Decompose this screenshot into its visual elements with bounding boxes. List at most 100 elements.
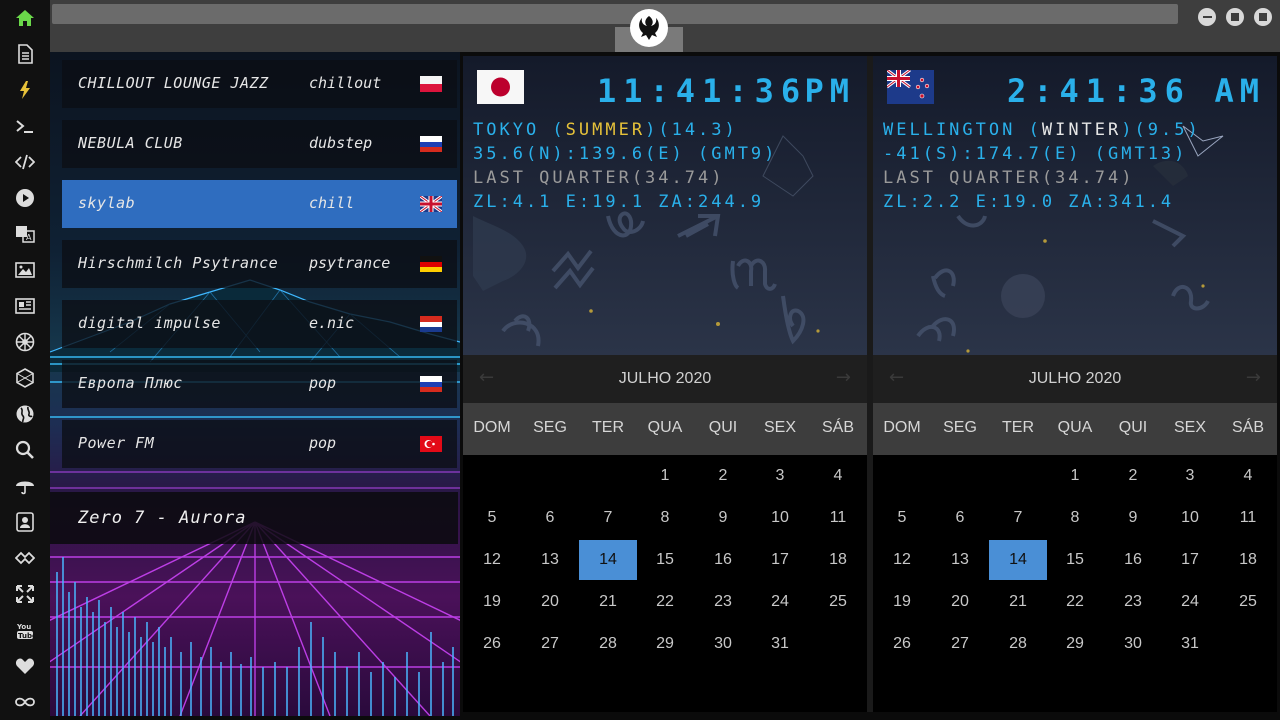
calendar-day[interactable]: 24 — [751, 582, 809, 622]
calendar-day[interactable]: 1 — [636, 456, 694, 496]
minimize-button[interactable] — [1198, 8, 1216, 26]
calendar-day[interactable]: 7 — [579, 498, 637, 538]
calendar-day[interactable]: 30 — [694, 624, 752, 664]
weekday-label: SÁB — [1231, 419, 1264, 436]
station-row[interactable]: NEBULA CLUB dubstep — [62, 120, 457, 168]
station-row[interactable]: CHILLOUT LOUNGE JAZZ chillout — [62, 60, 457, 108]
calendar-day[interactable]: 7 — [989, 498, 1047, 538]
calendar-day[interactable]: 26 — [873, 624, 931, 664]
calendar-day[interactable]: 9 — [694, 498, 752, 538]
calendar-day[interactable]: 1 — [1046, 456, 1104, 496]
image-icon[interactable] — [13, 258, 37, 282]
new-zealand-flag-icon — [887, 70, 934, 104]
calendar-day[interactable]: 30 — [1104, 624, 1162, 664]
calendar-day[interactable]: 28 — [989, 624, 1047, 664]
calendar-day[interactable]: 4 — [1219, 456, 1277, 496]
calendar-day[interactable]: 16 — [1104, 540, 1162, 580]
station-row[interactable]: Европа Плюс pop — [62, 360, 457, 408]
youtube-icon[interactable]: You Tube — [13, 618, 37, 642]
calendar-day[interactable]: 22 — [1046, 582, 1104, 622]
calendar-day[interactable]: 11 — [809, 498, 867, 538]
calendar-day[interactable]: 21 — [989, 582, 1047, 622]
calendar-day[interactable]: 29 — [1046, 624, 1104, 664]
calendar-day[interactable]: 6 — [521, 498, 579, 538]
station-genre: chillout — [309, 74, 382, 92]
translate-icon[interactable]: A — [13, 222, 37, 246]
station-genre: pop — [309, 434, 337, 452]
calendar-day[interactable]: 25 — [1219, 582, 1277, 622]
calendar-day[interactable]: 28 — [579, 624, 637, 664]
clock-location-line: WELLINGTON (WINTER)(9.5) — [883, 120, 1201, 140]
calendar-day[interactable]: 17 — [1161, 540, 1219, 580]
calendar-day[interactable]: 4 — [809, 456, 867, 496]
empire-icon[interactable] — [13, 330, 37, 354]
calendar-day[interactable]: 10 — [751, 498, 809, 538]
calendar-day-today[interactable]: 14 — [579, 540, 637, 580]
hexagon-icon[interactable] — [13, 366, 37, 390]
calendar-day[interactable]: 10 — [1161, 498, 1219, 538]
calendar-day[interactable]: 8 — [1046, 498, 1104, 538]
calendar-day[interactable]: 19 — [873, 582, 931, 622]
calendar-day[interactable]: 9 — [1104, 498, 1162, 538]
calendar-day[interactable]: 31 — [1161, 624, 1219, 664]
calendar-day[interactable]: 29 — [636, 624, 694, 664]
bolt-icon[interactable] — [13, 78, 37, 102]
expand-icon[interactable] — [13, 582, 37, 606]
infinity-icon[interactable] — [13, 690, 37, 714]
calendar-day[interactable]: 22 — [636, 582, 694, 622]
calendar-day[interactable]: 3 — [1161, 456, 1219, 496]
umbrella-icon[interactable] — [13, 474, 37, 498]
heart-icon[interactable] — [13, 654, 37, 678]
calendar-day[interactable]: 5 — [463, 498, 521, 538]
calendar-day[interactable]: 19 — [463, 582, 521, 622]
shake-icon[interactable] — [13, 546, 37, 570]
home-icon[interactable] — [13, 6, 37, 30]
calendar-day[interactable]: 2 — [694, 456, 752, 496]
calendar-day[interactable]: 13 — [521, 540, 579, 580]
file-icon[interactable] — [13, 42, 37, 66]
calendar-day[interactable]: 3 — [751, 456, 809, 496]
newspaper-icon[interactable] — [13, 294, 37, 318]
terminal-icon[interactable] — [13, 114, 37, 138]
play-icon[interactable] — [13, 186, 37, 210]
globe-icon[interactable] — [13, 402, 37, 426]
calendar-day[interactable]: 16 — [694, 540, 752, 580]
calendar-day[interactable]: 6 — [931, 498, 989, 538]
calendar-day[interactable]: 25 — [809, 582, 867, 622]
station-row[interactable]: Hirschmilch Psytrance psytrance — [62, 240, 457, 288]
maximize-button[interactable] — [1226, 8, 1244, 26]
station-row[interactable]: digital impulse e.nic — [62, 300, 457, 348]
calendar-day[interactable]: 11 — [1219, 498, 1277, 538]
station-row-selected[interactable]: skylab chill — [62, 180, 457, 228]
calendar-day[interactable]: 31 — [751, 624, 809, 664]
calendar-day[interactable]: 21 — [579, 582, 637, 622]
calendar-day[interactable]: 27 — [521, 624, 579, 664]
calendar-day[interactable]: 20 — [521, 582, 579, 622]
station-row[interactable]: Power FM pop — [62, 420, 457, 468]
calendar-day[interactable]: 18 — [809, 540, 867, 580]
next-month-arrow-icon[interactable]: → — [1246, 367, 1261, 388]
search-icon[interactable] — [13, 438, 37, 462]
calendar-day[interactable]: 23 — [1104, 582, 1162, 622]
calendar-day[interactable]: 12 — [873, 540, 931, 580]
contact-card-icon[interactable] — [13, 510, 37, 534]
calendar-day[interactable]: 12 — [463, 540, 521, 580]
calendar-day[interactable]: 13 — [931, 540, 989, 580]
calendar-day[interactable]: 17 — [751, 540, 809, 580]
calendar-day[interactable]: 24 — [1161, 582, 1219, 622]
calendar-day[interactable]: 8 — [636, 498, 694, 538]
calendar-day-today[interactable]: 14 — [989, 540, 1047, 580]
calendar-day[interactable]: 27 — [931, 624, 989, 664]
calendar-day[interactable]: 15 — [1046, 540, 1104, 580]
calendar-day[interactable]: 5 — [873, 498, 931, 538]
calendar-day[interactable]: 26 — [463, 624, 521, 664]
next-month-arrow-icon[interactable]: → — [836, 367, 851, 388]
calendar-day[interactable]: 15 — [636, 540, 694, 580]
calendar-day[interactable]: 2 — [1104, 456, 1162, 496]
calendar-day[interactable]: 20 — [931, 582, 989, 622]
calendar-day[interactable]: 23 — [694, 582, 752, 622]
close-button[interactable] — [1254, 8, 1272, 26]
code-icon[interactable] — [13, 150, 37, 174]
address-field[interactable] — [52, 4, 1178, 24]
calendar-day[interactable]: 18 — [1219, 540, 1277, 580]
